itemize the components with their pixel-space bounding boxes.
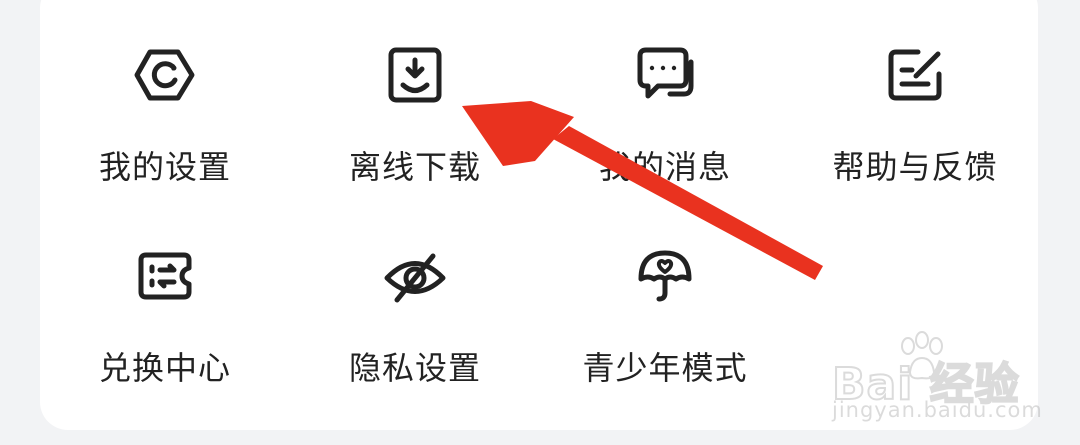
menu-item-my-messages[interactable]: 我的消息 [545,30,785,200]
menu-item-label: 离线下载 [348,148,481,186]
menu-item-label: 隐私设置 [348,349,481,387]
settings-icon [130,40,200,110]
watermark-url: jingyan.baidu.com [832,398,1043,422]
menu-item-label: 我的设置 [98,148,231,186]
menu-item-help-feedback[interactable]: 帮助与反馈 [795,30,1035,200]
menu-item-label: 帮助与反馈 [832,148,998,186]
chat-bubbles-icon [630,40,700,110]
teen-umbrella-icon [630,241,700,311]
menu-item-exchange-center[interactable]: 兑换中心 [45,235,285,405]
menu-item-privacy-settings[interactable]: 隐私设置 [295,235,535,405]
menu-item-label: 我的消息 [598,148,731,186]
menu-item-my-settings[interactable]: 我的设置 [45,30,285,200]
baidu-jingyan-watermark: Bai 经验 jingyan.baidu.com [822,328,1042,428]
eye-off-icon [380,241,450,311]
menu-item-label: 兑换中心 [98,349,231,387]
feedback-edit-icon [880,40,950,110]
download-tray-icon [380,40,450,110]
menu-item-offline-download[interactable]: 离线下载 [295,30,535,200]
menu-item-teen-mode[interactable]: 青少年模式 [545,235,785,405]
menu-item-label: 青少年模式 [582,349,748,387]
ticket-exchange-icon [130,241,200,311]
